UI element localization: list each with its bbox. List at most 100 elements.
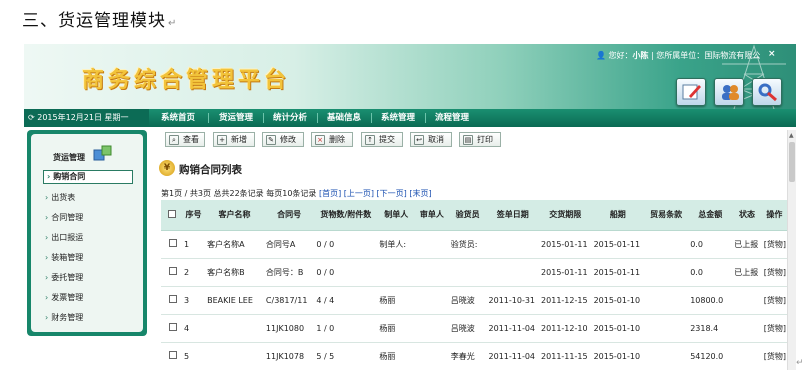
last-page-link[interactable]: [末页]: [409, 189, 431, 198]
cell-maker: 杨丽: [377, 286, 416, 315]
next-page-link[interactable]: [下一页]: [377, 189, 407, 198]
checkbox[interactable]: [168, 294, 177, 303]
users-tool-button[interactable]: [714, 78, 744, 106]
table-row[interactable]: 5 11JK1078 5 / 5 杨丽 李春光 2011-11-04 2011-11-15 2…: [161, 342, 787, 370]
cancel-icon: ↩: [414, 135, 424, 145]
cell-op[interactable]: [货物]: [761, 314, 787, 343]
table-row[interactable]: 2 客户名称B 合同号：B 0 / 0 2015-01-11 2015-01-11 0.0 已…: [161, 258, 787, 287]
row-select[interactable]: [161, 230, 182, 259]
nav-statistics[interactable]: 统计分析: [273, 109, 307, 127]
cell-customer: [205, 314, 264, 343]
vertical-scrollbar[interactable]: ▲: [787, 130, 796, 370]
sidebar: 货运管理 › 购销合同 › 出货表 › 合同管理 › 出口报运 › 装箱管理 › 委托管理 …: [27, 130, 147, 336]
cell-status: 已上报: [732, 258, 762, 287]
sidebar-item-finance[interactable]: › 财务管理: [45, 312, 83, 323]
edit-tool-button[interactable]: [676, 78, 706, 106]
app-window: 商务综合管理平台 👤 您好：小陈 | 您所属单位：国际物流有限公 × ⟳ 201…: [24, 44, 796, 370]
cell-op[interactable]: [货物]: [761, 230, 787, 259]
cancel-button[interactable]: ↩ 取消: [410, 132, 452, 147]
cell-ship: 2015-01-10: [591, 314, 645, 343]
submit-icon: ↑: [365, 135, 375, 145]
tools-tool-button[interactable]: [752, 78, 782, 106]
row-select[interactable]: [161, 314, 182, 343]
table-header: 序号 客户名称 合同号 货物数/附件数 制单人 审单人 验货员 签单日期 交货期…: [161, 200, 787, 231]
cell-op[interactable]: [货物]: [761, 258, 787, 287]
close-icon[interactable]: ×: [768, 49, 776, 59]
nav-home[interactable]: 系统首页: [161, 109, 195, 127]
sidebar-item-contract-mgmt[interactable]: › 合同管理: [45, 212, 83, 223]
cell-qty: 1 / 0: [314, 314, 378, 343]
cell-trade: [644, 286, 689, 315]
col-header: 货物数/附件数: [314, 200, 378, 231]
cell-customer: [205, 342, 264, 370]
print-button[interactable]: ▤ 打印: [459, 132, 501, 147]
freight-module-icon: [93, 145, 112, 161]
sidebar-item-packing[interactable]: › 装箱管理: [45, 252, 83, 263]
nav-workflow[interactable]: 流程管理: [435, 109, 469, 127]
sidebar-item-consignment[interactable]: › 委托管理: [45, 272, 83, 283]
table-row[interactable]: 1 客户名称A 合同号A 0 / 0 制单人: 验货员: 2015-01-11 2015-01…: [161, 230, 787, 259]
cell-status: [732, 286, 762, 315]
cell-delivery: 2011-12-10: [539, 314, 592, 343]
header-select-all[interactable]: [161, 200, 182, 231]
cell-ship: 2015-01-11: [591, 258, 645, 287]
cell-customer: BEAKIE LEE: [205, 286, 264, 315]
cell-inspector: 李春光: [448, 342, 487, 370]
prev-page-link[interactable]: [上一页]: [344, 189, 374, 198]
cell-amount: 10800.0: [688, 286, 733, 315]
refresh-icon[interactable]: ⟳: [28, 113, 35, 122]
cell-sign: [486, 258, 540, 287]
view-button[interactable]: ⌕ 查看: [165, 132, 205, 147]
add-button[interactable]: + 新增: [213, 132, 255, 147]
cell-maker: [377, 258, 416, 287]
checkbox[interactable]: [167, 209, 176, 218]
sidebar-item-shipping-list[interactable]: › 出货表: [45, 192, 75, 203]
cell-no: 1: [182, 230, 206, 259]
checkbox[interactable]: [168, 322, 177, 331]
scroll-up-icon[interactable]: ▲: [789, 132, 794, 139]
cell-no: 2: [182, 258, 206, 287]
edit-button[interactable]: ✎ 修改: [262, 132, 304, 147]
sidebar-item-export-report[interactable]: › 出口报运: [45, 232, 83, 243]
cell-op[interactable]: [货物]: [761, 286, 787, 315]
scroll-thumb[interactable]: [789, 142, 795, 182]
nav-freight[interactable]: 货运管理: [219, 109, 253, 127]
submit-button[interactable]: ↑ 提交: [361, 132, 403, 147]
sidebar-item-invoice[interactable]: › 发票管理: [45, 292, 83, 303]
date-bar: ⟳ 2015年12月21日 星期一: [24, 109, 149, 127]
cell-customer: 客户名称B: [205, 258, 264, 287]
pager: 第1页 / 共3页 总共22条记录 每页10条记录 [首页] [上一页] [下一…: [161, 188, 432, 199]
col-header: 序号: [182, 200, 206, 231]
sidebar-item-purchase-contract[interactable]: › 购销合同: [43, 170, 133, 184]
banner: 商务综合管理平台 👤 您好：小陈 | 您所属单位：国际物流有限公 ×: [24, 44, 796, 109]
unit-name: 国际物流有限公: [704, 51, 761, 60]
cell-trade: [644, 230, 689, 259]
cell-op[interactable]: [货物]: [761, 342, 787, 370]
main-panel: ⌕ 查看 + 新增 ✎ 修改 × 删除 ↑ 提交 ↩ 取消 ▤ 打印 ¥ 购销合同列表 第1页…: [159, 130, 787, 370]
app-logo: 商务综合管理平台: [82, 68, 291, 93]
cell-inspector: 吕晓波: [448, 286, 487, 315]
delete-button[interactable]: × 删除: [311, 132, 353, 147]
current-date: 2015年12月21日 星期一: [37, 113, 129, 122]
nav-basic-info[interactable]: 基础信息: [327, 109, 361, 127]
checkbox[interactable]: [168, 350, 177, 359]
add-icon: +: [217, 135, 227, 145]
cell-contract: C/3817/11: [263, 286, 315, 315]
pencil-icon: [682, 84, 701, 100]
table-row[interactable]: 3 BEAKIE LEE C/3817/11 4 / 4 杨丽 吕晓波 2011-10-31…: [161, 286, 787, 315]
col-header: 操作: [761, 200, 787, 231]
row-select[interactable]: [161, 286, 182, 315]
nav-system[interactable]: 系统管理: [381, 109, 415, 127]
users-icon: [722, 85, 739, 100]
col-header: 船期: [591, 200, 645, 231]
cell-status: [732, 342, 762, 370]
row-select[interactable]: [161, 342, 182, 370]
user-info: 👤 您好：小陈 | 您所属单位：国际物流有限公: [596, 51, 761, 60]
list-title: 购销合同列表: [179, 164, 242, 176]
table-row[interactable]: 4 11JK1080 1 / 0 杨丽 吕晓波 2011-11-04 2011-12-10 2…: [161, 314, 787, 343]
first-page-link[interactable]: [首页]: [319, 189, 341, 198]
row-select[interactable]: [161, 258, 182, 287]
checkbox[interactable]: [168, 238, 177, 247]
sidebar-title: 货运管理: [53, 153, 85, 162]
checkbox[interactable]: [168, 266, 177, 275]
